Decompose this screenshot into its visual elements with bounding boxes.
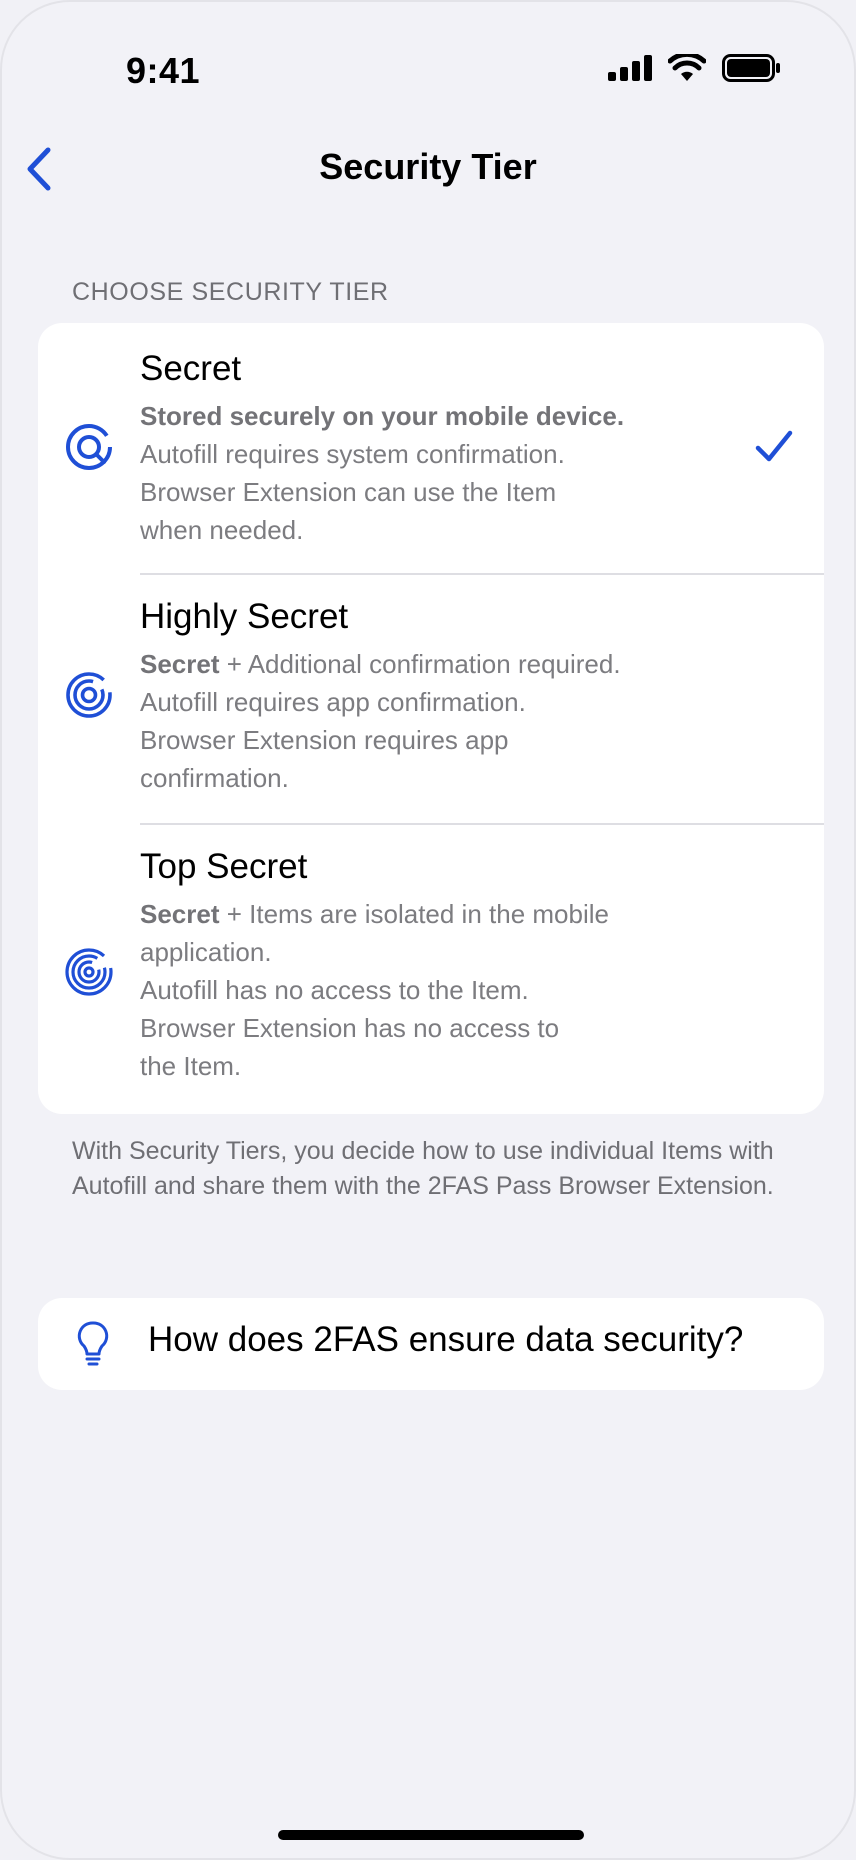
section-footer: With Security Tiers, you decide how to u… [72,1137,774,1200]
tier-description: Secret + Items are isolated in the mobil… [140,895,714,1085]
battery-icon [722,54,780,82]
lightbulb-icon [77,1321,109,1366]
status-icons [608,54,780,82]
tier-description: Secret + Additional confirmation require… [140,645,714,797]
wifi-icon [668,54,706,81]
tier-lead-rest: + Items are isolated in the mobile [219,899,609,929]
tier-line: Browser Extension requires app [140,725,509,755]
tier-option-secret[interactable]: Secret Stored securely on your mobile de… [38,323,824,571]
tier-line: when needed. [140,515,304,545]
tier-line: Autofill requires system confirmation. [140,439,565,469]
tier-text: Highly Secret Secret + Additional confir… [140,595,714,797]
tier-option-highly-secret[interactable]: Highly Secret Secret + Additional confir… [38,575,824,823]
cellular-signal-icon [608,55,652,81]
tier-line: Browser Extension has no access to [140,1013,560,1043]
checkmark-icon [755,430,793,462]
help-link-label: How does 2FAS ensure data security? [148,1320,744,1359]
tier-line: confirmation. [140,763,289,793]
data-security-help-button[interactable]: How does 2FAS ensure data security? [38,1298,824,1390]
home-indicator[interactable] [278,1830,584,1840]
tier-text: Top Secret Secret + Items are isolated i… [140,845,714,1085]
tier-lead-rest: + Additional confirmation required. [219,649,621,679]
tier-line: Browser Extension can use the Item [140,477,557,507]
tier-lead-bold: Secret [140,899,220,929]
tier-option-top-secret[interactable]: Top Secret Secret + Items are isolated i… [38,825,824,1114]
tier-top-secret-icon [65,948,113,996]
tier-line: Autofill has no access to the Item. [140,975,529,1005]
navigation-bar: Security Tier [2,132,854,206]
tier-description: Stored securely on your mobile device. A… [140,397,714,549]
status-time: 9:41 [126,50,201,91]
security-tier-screen: 9:41 Security Tier CHOOSE SECURITY TIER … [0,0,856,1860]
status-bar: 9:41 [2,2,854,132]
tier-list: Secret Stored securely on your mobile de… [38,323,824,1114]
tier-line: the Item. [140,1051,242,1081]
section-header: CHOOSE SECURITY TIER [72,278,389,306]
tier-title: Secret [140,349,242,388]
tier-title: Top Secret [140,847,308,886]
page-title: Security Tier [319,146,537,187]
tier-title: Highly Secret [140,597,349,636]
tier-line: Autofill requires app confirmation. [140,687,526,717]
tier-text: Secret Stored securely on your mobile de… [140,347,714,549]
tier-secret-icon [66,424,112,470]
tier-lead-bold: Secret [140,649,220,679]
tier-lead-bold: Stored securely on your mobile device. [140,401,625,431]
tier-highly-secret-icon [66,672,112,718]
tier-line: application. [140,937,272,967]
